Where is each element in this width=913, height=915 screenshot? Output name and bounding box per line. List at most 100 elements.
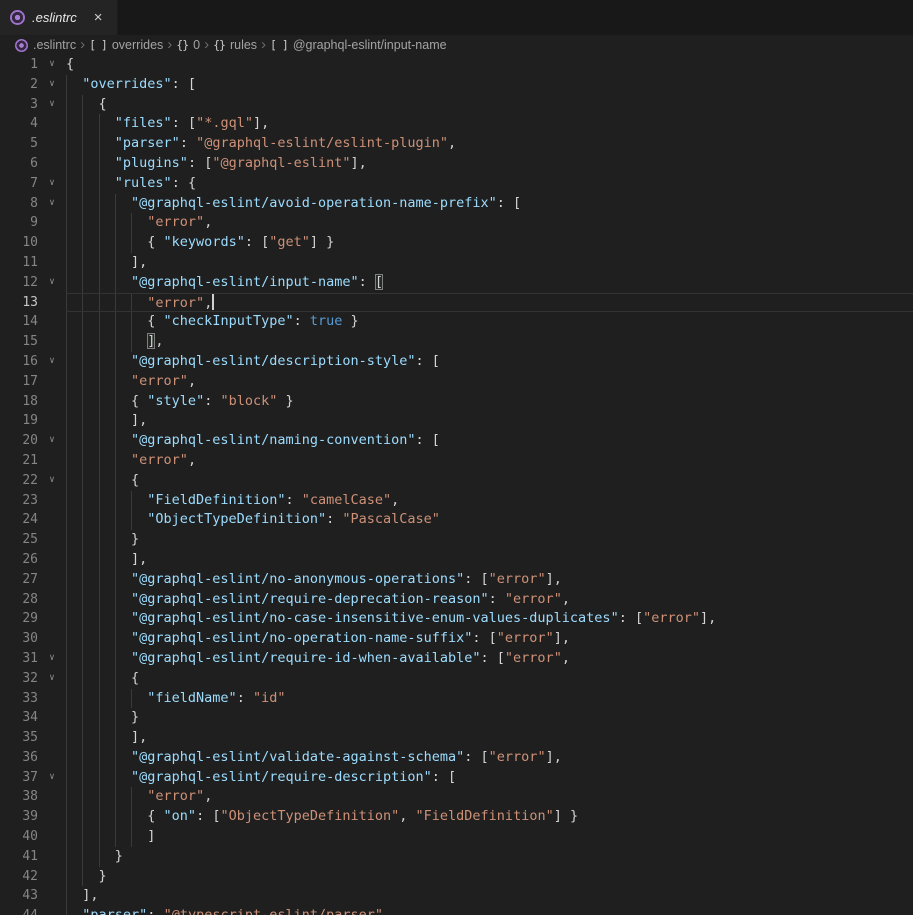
code-line[interactable]: 31∨ "@graphql-eslint/require-id-when-ava… xyxy=(0,649,913,669)
code-line[interactable]: 23 "FieldDefinition": "camelCase", xyxy=(0,491,913,511)
code-line-content[interactable]: "@graphql-eslint/no-case-insensitive-enu… xyxy=(66,609,913,629)
code-line[interactable]: 7∨ "rules": { xyxy=(0,174,913,194)
code-line-content[interactable]: "@graphql-eslint/require-deprecation-rea… xyxy=(66,590,913,610)
code-line-content[interactable]: { xyxy=(66,669,913,689)
code-line[interactable]: 15 ], xyxy=(0,332,913,352)
code-line[interactable]: 37∨ "@graphql-eslint/require-description… xyxy=(0,768,913,788)
code-line[interactable]: 8∨ "@graphql-eslint/avoid-operation-name… xyxy=(0,194,913,214)
code-line-content[interactable]: "ObjectTypeDefinition": "PascalCase" xyxy=(66,510,913,530)
code-line[interactable]: 28 "@graphql-eslint/require-deprecation-… xyxy=(0,590,913,610)
code-line-content[interactable]: ], xyxy=(66,253,913,273)
code-line-content[interactable]: { "checkInputType": true } xyxy=(66,312,913,332)
code-line-content[interactable]: ], xyxy=(66,332,913,352)
code-line[interactable]: 29 "@graphql-eslint/no-case-insensitive-… xyxy=(0,609,913,629)
code-line-content[interactable]: "parser": "@typescript-eslint/parser" xyxy=(66,906,913,915)
breadcrumb-item-overrides[interactable]: [ ]overrides xyxy=(89,38,163,52)
breadcrumb-item-0[interactable]: {}0 xyxy=(176,38,200,52)
code-editor[interactable]: 1∨{2∨ "overrides": [3∨ {4 "files": ["*.g… xyxy=(0,55,913,915)
code-line-content[interactable]: ], xyxy=(66,411,913,431)
code-line[interactable]: 32∨ { xyxy=(0,669,913,689)
code-line[interactable]: 30 "@graphql-eslint/no-operation-name-su… xyxy=(0,629,913,649)
code-line-content[interactable]: { xyxy=(66,471,913,491)
code-line-content[interactable]: "error", xyxy=(66,787,913,807)
code-line-content[interactable]: { "on": ["ObjectTypeDefinition", "FieldD… xyxy=(66,807,913,827)
code-line-content[interactable]: ], xyxy=(66,728,913,748)
code-line-content[interactable]: "rules": { xyxy=(66,174,913,194)
code-line[interactable]: 4 "files": ["*.gql"], xyxy=(0,114,913,134)
code-line[interactable]: 25 } xyxy=(0,530,913,550)
code-line[interactable]: 44 "parser": "@typescript-eslint/parser" xyxy=(0,906,913,915)
code-line-content[interactable]: "overrides": [ xyxy=(66,75,913,95)
breadcrumb-item-file[interactable]: .eslintrc xyxy=(15,38,76,52)
breadcrumb-item-@graphql-eslint/input-name[interactable]: [ ]@graphql-eslint/input-name xyxy=(270,38,447,52)
code-line[interactable]: 1∨{ xyxy=(0,55,913,75)
code-line-content[interactable]: "@graphql-eslint/naming-convention": [ xyxy=(66,431,913,451)
fold-chevron-icon[interactable]: ∨ xyxy=(38,194,66,214)
code-line[interactable]: 38 "error", xyxy=(0,787,913,807)
code-line[interactable]: 21 "error", xyxy=(0,451,913,471)
fold-chevron-icon[interactable]: ∨ xyxy=(38,95,66,115)
code-line[interactable]: 36 "@graphql-eslint/validate-against-sch… xyxy=(0,748,913,768)
breadcrumb-item-rules[interactable]: {}rules xyxy=(213,38,257,52)
code-line[interactable]: 43 ], xyxy=(0,886,913,906)
code-line-content[interactable]: ], xyxy=(66,886,913,906)
fold-chevron-icon[interactable]: ∨ xyxy=(38,649,66,669)
code-line-content[interactable]: "files": ["*.gql"], xyxy=(66,114,913,134)
code-line-content[interactable]: "error", xyxy=(66,372,913,392)
code-line[interactable]: 16∨ "@graphql-eslint/description-style":… xyxy=(0,352,913,372)
code-line[interactable]: 27 "@graphql-eslint/no-anonymous-operati… xyxy=(0,570,913,590)
code-line[interactable]: 33 "fieldName": "id" xyxy=(0,689,913,709)
fold-chevron-icon[interactable]: ∨ xyxy=(38,431,66,451)
code-line-content[interactable]: } xyxy=(66,708,913,728)
fold-chevron-icon[interactable]: ∨ xyxy=(38,75,66,95)
fold-chevron-icon[interactable]: ∨ xyxy=(38,669,66,689)
fold-chevron-icon[interactable]: ∨ xyxy=(38,174,66,194)
code-line[interactable]: 42 } xyxy=(0,867,913,887)
code-line[interactable]: 3∨ { xyxy=(0,95,913,115)
code-line[interactable]: 24 "ObjectTypeDefinition": "PascalCase" xyxy=(0,510,913,530)
code-line-content[interactable]: "fieldName": "id" xyxy=(66,689,913,709)
code-line-content[interactable]: { "style": "block" } xyxy=(66,392,913,412)
code-line[interactable]: 12∨ "@graphql-eslint/input-name": [ xyxy=(0,273,913,293)
fold-chevron-icon[interactable]: ∨ xyxy=(38,352,66,372)
close-icon[interactable]: × xyxy=(94,10,103,25)
code-line[interactable]: 18 { "style": "block" } xyxy=(0,392,913,412)
code-line[interactable]: 40 ] xyxy=(0,827,913,847)
code-line-content[interactable]: "error", xyxy=(66,293,913,313)
code-line[interactable]: 6 "plugins": ["@graphql-eslint"], xyxy=(0,154,913,174)
code-line[interactable]: 20∨ "@graphql-eslint/naming-convention":… xyxy=(0,431,913,451)
fold-chevron-icon[interactable]: ∨ xyxy=(38,768,66,788)
code-line-content[interactable]: } xyxy=(66,847,913,867)
code-line[interactable]: 19 ], xyxy=(0,411,913,431)
code-line[interactable]: 11 ], xyxy=(0,253,913,273)
fold-chevron-icon[interactable]: ∨ xyxy=(38,273,66,293)
code-line-content[interactable]: "@graphql-eslint/avoid-operation-name-pr… xyxy=(66,194,913,214)
code-line[interactable]: 10 { "keywords": ["get"] } xyxy=(0,233,913,253)
tab-eslintrc[interactable]: .eslintrc × xyxy=(0,0,118,35)
code-line[interactable]: 9 "error", xyxy=(0,213,913,233)
code-line-content[interactable]: "@graphql-eslint/description-style": [ xyxy=(66,352,913,372)
fold-chevron-icon[interactable]: ∨ xyxy=(38,55,66,75)
code-line[interactable]: 5 "parser": "@graphql-eslint/eslint-plug… xyxy=(0,134,913,154)
code-line[interactable]: 34 } xyxy=(0,708,913,728)
code-line[interactable]: 17 "error", xyxy=(0,372,913,392)
fold-chevron-icon[interactable]: ∨ xyxy=(38,471,66,491)
code-line-content[interactable]: "@graphql-eslint/validate-against-schema… xyxy=(66,748,913,768)
code-line-content[interactable]: "@graphql-eslint/require-description": [ xyxy=(66,768,913,788)
code-line-content[interactable]: { "keywords": ["get"] } xyxy=(66,233,913,253)
code-line-content[interactable]: "@graphql-eslint/require-id-when-availab… xyxy=(66,649,913,669)
code-line-content[interactable]: "error", xyxy=(66,213,913,233)
code-line[interactable]: 22∨ { xyxy=(0,471,913,491)
code-line-content[interactable]: "FieldDefinition": "camelCase", xyxy=(66,491,913,511)
code-line-content[interactable]: { xyxy=(66,95,913,115)
code-line-content[interactable]: } xyxy=(66,867,913,887)
code-line[interactable]: 35 ], xyxy=(0,728,913,748)
code-line-content[interactable]: ] xyxy=(66,827,913,847)
code-line-content[interactable]: "plugins": ["@graphql-eslint"], xyxy=(66,154,913,174)
code-line-content[interactable]: ], xyxy=(66,550,913,570)
code-line[interactable]: 2∨ "overrides": [ xyxy=(0,75,913,95)
code-line-content[interactable]: "@graphql-eslint/no-operation-name-suffi… xyxy=(66,629,913,649)
code-line[interactable]: 14 { "checkInputType": true } xyxy=(0,312,913,332)
code-line[interactable]: 26 ], xyxy=(0,550,913,570)
code-line-content[interactable]: "@graphql-eslint/no-anonymous-operations… xyxy=(66,570,913,590)
